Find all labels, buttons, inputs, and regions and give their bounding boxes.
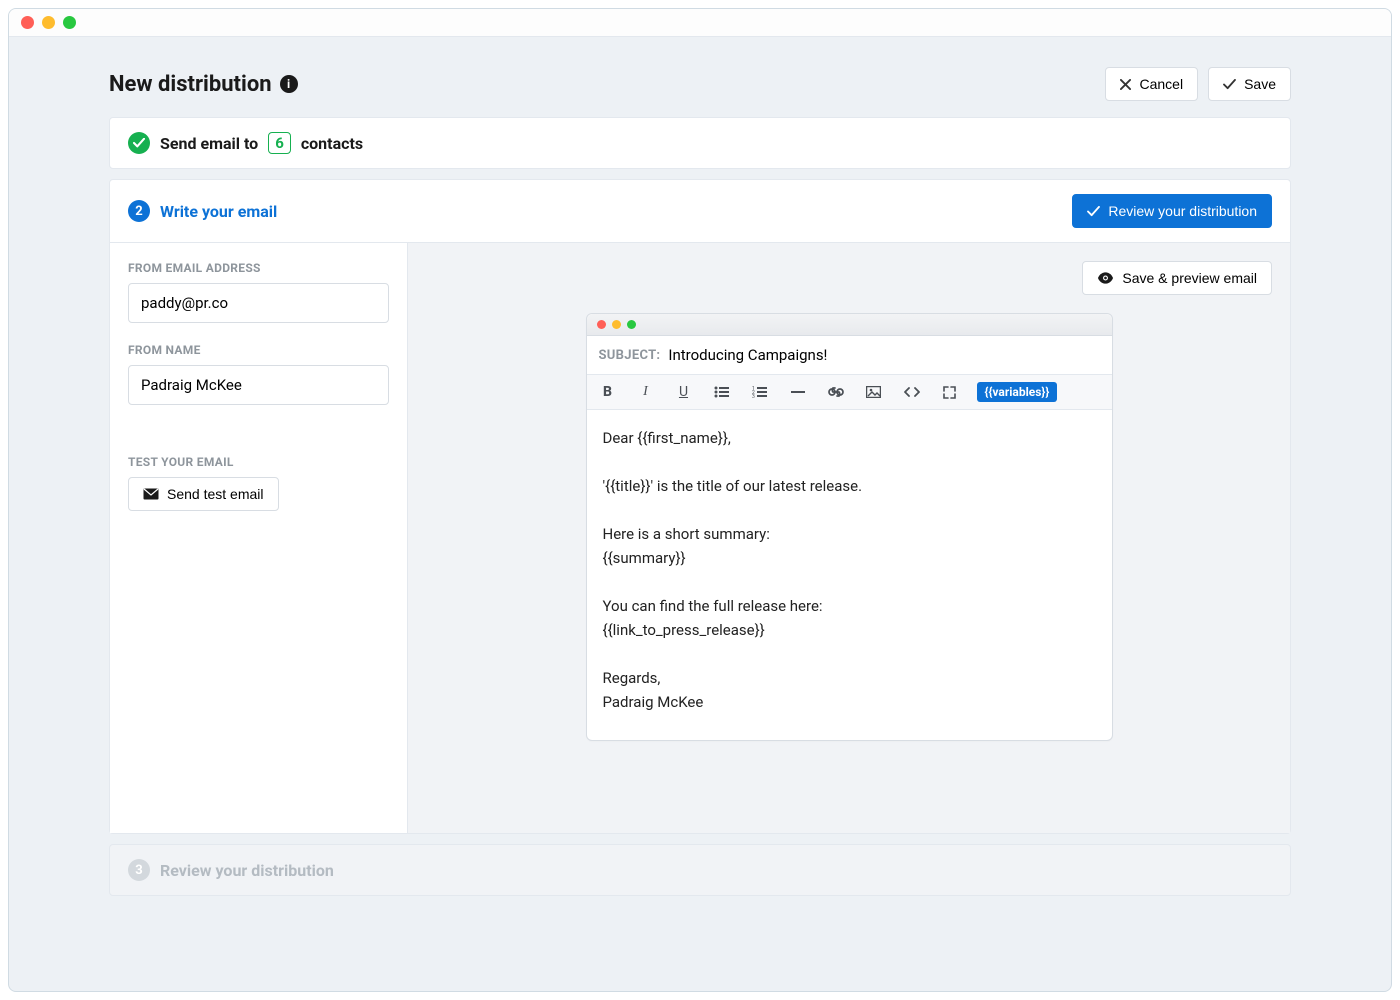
page-header: New distribution i Cancel Save: [109, 67, 1291, 101]
step-complete-icon: [128, 132, 150, 154]
step-1-prefix: Send email to: [160, 134, 258, 153]
step-3-number-badge: 3: [128, 859, 150, 881]
window-titlebar: [9, 9, 1391, 37]
svg-text:3: 3: [752, 394, 755, 398]
numbered-list-icon[interactable]: 123: [749, 381, 771, 403]
editor-close-icon: [597, 320, 606, 329]
italic-icon[interactable]: I: [635, 381, 657, 403]
from-email-input[interactable]: [128, 283, 389, 323]
check-icon: [1223, 79, 1236, 90]
step-1-suffix: contacts: [301, 134, 363, 153]
info-icon[interactable]: i: [280, 75, 298, 93]
expand-icon[interactable]: [939, 381, 961, 403]
step-3-title: Review your distribution: [160, 861, 334, 880]
save-preview-label: Save & preview email: [1122, 270, 1257, 286]
subject-label: SUBJECT:: [599, 348, 661, 363]
editor-toolbar: B I U 123: [587, 375, 1112, 410]
editor-pane: Save & preview email SUBJECT:: [408, 243, 1290, 833]
link-icon[interactable]: [825, 381, 847, 403]
window-fullscreen-icon[interactable]: [63, 16, 76, 29]
step-2-header: 2 Write your email Review your distribut…: [110, 180, 1290, 243]
email-body-editor[interactable]: Dear {{first_name}}, '{{title}}' is the …: [587, 410, 1112, 740]
cancel-button[interactable]: Cancel: [1105, 67, 1198, 101]
editor-fullscreen-icon: [627, 320, 636, 329]
step-2-body: FROM EMAIL ADDRESS FROM NAME TEST YOUR E…: [110, 243, 1290, 833]
save-preview-button[interactable]: Save & preview email: [1082, 261, 1272, 295]
image-icon[interactable]: [863, 381, 885, 403]
send-test-email-label: Send test email: [167, 486, 264, 502]
step-2-panel: 2 Write your email Review your distribut…: [109, 179, 1291, 834]
review-distribution-button[interactable]: Review your distribution: [1072, 194, 1272, 228]
contact-count-badge: 6: [268, 132, 291, 154]
review-distribution-label: Review your distribution: [1108, 203, 1257, 219]
bold-icon[interactable]: B: [597, 381, 619, 403]
step-1-panel[interactable]: Send email to 6 contacts: [109, 117, 1291, 169]
code-icon[interactable]: [901, 381, 923, 403]
save-button[interactable]: Save: [1208, 67, 1291, 101]
envelope-icon: [143, 488, 159, 500]
close-icon: [1120, 79, 1131, 90]
app-window: New distribution i Cancel Save Send emai…: [8, 8, 1392, 992]
email-settings-sidebar: FROM EMAIL ADDRESS FROM NAME TEST YOUR E…: [110, 243, 408, 833]
underline-icon[interactable]: U: [673, 381, 695, 403]
variables-button[interactable]: {{variables}}: [977, 382, 1058, 402]
page-title-text: New distribution: [109, 72, 272, 97]
subject-row: SUBJECT:: [587, 336, 1112, 375]
from-name-input[interactable]: [128, 365, 389, 405]
step-2-number-badge: 2: [128, 200, 150, 222]
editor-titlebar: [587, 314, 1112, 336]
from-email-label: FROM EMAIL ADDRESS: [128, 261, 389, 275]
window-minimize-icon[interactable]: [42, 16, 55, 29]
from-name-label: FROM NAME: [128, 343, 389, 357]
send-test-email-button[interactable]: Send test email: [128, 477, 279, 511]
bullet-list-icon[interactable]: [711, 381, 733, 403]
window-close-icon[interactable]: [21, 16, 34, 29]
step-2-title: Write your email: [160, 202, 277, 221]
check-icon: [1087, 206, 1100, 217]
horizontal-rule-icon[interactable]: [787, 381, 809, 403]
subject-input[interactable]: [668, 346, 1099, 364]
editor-minimize-icon: [612, 320, 621, 329]
page-canvas: New distribution i Cancel Save Send emai…: [9, 37, 1391, 991]
cancel-button-label: Cancel: [1139, 76, 1183, 92]
test-email-label: TEST YOUR EMAIL: [128, 455, 389, 469]
step-3-panel: 3 Review your distribution: [109, 844, 1291, 896]
save-button-label: Save: [1244, 76, 1276, 92]
email-editor-window: SUBJECT: B I U 123: [586, 313, 1113, 741]
page-title: New distribution i: [109, 72, 298, 97]
eye-icon: [1097, 272, 1114, 284]
